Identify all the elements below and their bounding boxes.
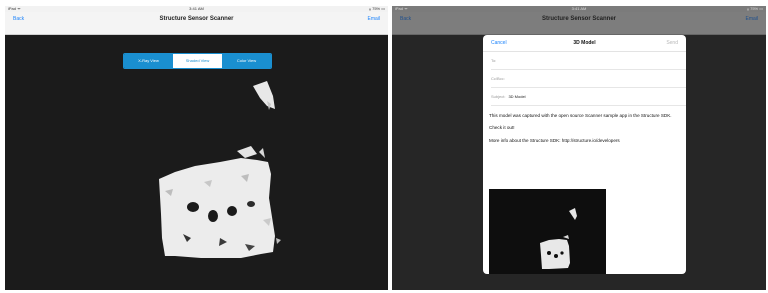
send-button[interactable]: Send [666, 35, 678, 51]
message-body[interactable]: This model was captured with the open so… [489, 113, 680, 150]
body-paragraph: This model was captured with the open so… [489, 113, 672, 118]
body-paragraph: Check it out! [489, 125, 515, 131]
scanned-3d-model [159, 81, 281, 258]
compose-header: Cancel 3D Model Send [483, 35, 686, 52]
to-field[interactable]: To: [491, 52, 686, 70]
cc-bcc-label: Cc/Bcc: [491, 76, 505, 81]
to-label: To: [491, 58, 497, 63]
cc-bcc-field[interactable]: Cc/Bcc: [491, 70, 686, 88]
subject-label: Subject: [491, 94, 506, 99]
email-compose-screen: iPad ᯤ 3:41 AM ⁎ 75% ▭ Back Structure Se… [392, 6, 766, 290]
attachment-preview-image [540, 208, 577, 269]
compose-title: 3D Model [573, 40, 596, 46]
subject-field[interactable]: Subject: 3D Model [491, 88, 686, 106]
email-button[interactable]: Email [745, 12, 758, 26]
nav-bar: Back Structure Sensor Scanner Email [392, 12, 766, 35]
mail-compose-sheet: Cancel 3D Model Send To: Cc/Bcc: Subject… [483, 35, 686, 274]
model-screenshot-attachment[interactable] [489, 189, 606, 274]
scanner-screen: iPad ᯤ 3:41 AM ⁎ 75% ▭ Back Structure Se… [5, 6, 388, 290]
nav-title: Structure Sensor Scanner [541, 16, 617, 22]
body-paragraph: More info about the Structure SDK: http:… [489, 137, 620, 143]
subject-value: 3D Model [508, 94, 526, 99]
